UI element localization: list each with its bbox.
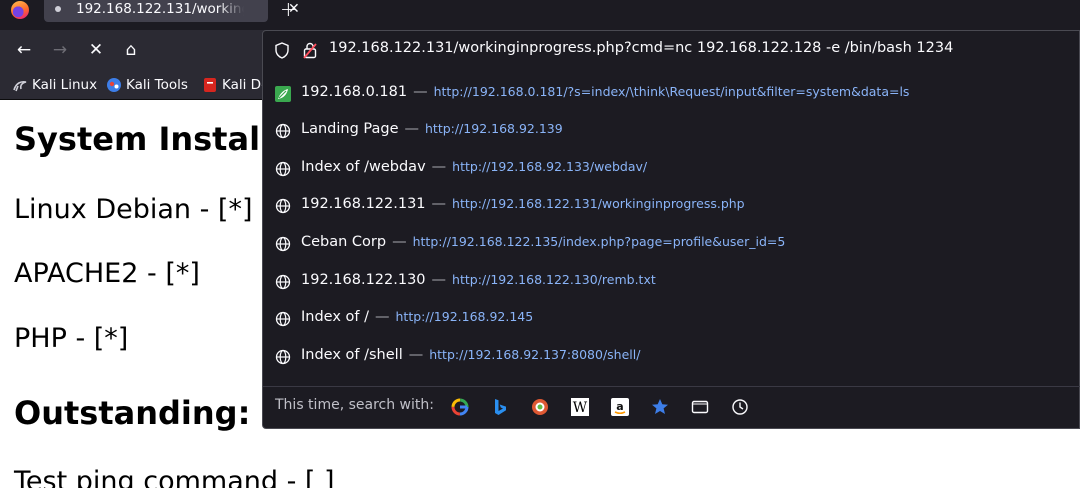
- suggestion-separator: —: [431, 272, 447, 288]
- suggestion-separator: —: [431, 196, 447, 212]
- url-value: 192.168.122.131/workinginprogress.php?cm…: [329, 40, 954, 56]
- suggestion-row[interactable]: 192.168.122.130 — http://192.168.122.130/r…: [263, 264, 1080, 300]
- tab-title: 192.168.122.131/workingin: [76, 1, 244, 17]
- amazon-icon[interactable]: a: [610, 397, 630, 417]
- tracking-protection-shield-icon[interactable]: [275, 42, 289, 59]
- suggestion-separator: —: [413, 84, 428, 100]
- suggestion-url: http://192.168.0.181/?s=index/\think\Req…: [433, 84, 910, 99]
- firefox-icon[interactable]: [11, 1, 29, 19]
- suggestion-url: http://192.168.92.145: [395, 309, 534, 324]
- kali-docs-icon: [204, 78, 216, 92]
- suggestion-url: http://192.168.122.135/index.php?page=pr…: [412, 234, 786, 249]
- globe-icon: [275, 311, 291, 327]
- suggestion-row[interactable]: Index of /shell — http://192.168.92.137:80…: [263, 339, 1080, 375]
- globe-icon: [275, 274, 291, 290]
- bing-icon[interactable]: [490, 397, 510, 417]
- suggestion-title: 192.168.122.130: [301, 272, 426, 288]
- suggestion-title: Ceban Corp: [301, 234, 387, 250]
- suggestion-title: 192.168.122.131: [301, 196, 426, 212]
- bookmark-kali-tools[interactable]: Kali Tools: [106, 76, 188, 94]
- bookmarks-star-icon[interactable]: [650, 397, 670, 417]
- suggestion-url: http://192.168.122.131/workinginprogress…: [452, 196, 745, 211]
- suggestion-url: http://192.168.92.137:8080/shell/: [429, 347, 641, 362]
- item-linux-debian: Linux Debian - [*]: [14, 194, 253, 225]
- page-heading-outstanding: Outstanding:: [14, 394, 251, 432]
- back-button[interactable]: ←: [12, 38, 36, 62]
- globe-icon: [275, 349, 291, 365]
- suggestion-row[interactable]: Index of /webdav — http://192.168.92.133/w…: [263, 151, 1080, 187]
- suggestion-row[interactable]: Landing Page — http://192.168.92.139: [263, 113, 1080, 149]
- suggestion-separator: —: [392, 234, 407, 250]
- url-input[interactable]: 192.168.122.131/workinginprogress.php?cm…: [263, 31, 1080, 72]
- stop-button[interactable]: ✕: [84, 38, 108, 62]
- globe-icon: [275, 161, 291, 177]
- suggestion-title: Index of /: [301, 309, 369, 325]
- suggestion-row[interactable]: Ceban Corp — http://192.168.122.135/index.…: [263, 226, 1080, 262]
- suggestion-separator: —: [375, 309, 390, 325]
- suggestion-title: Landing Page: [301, 121, 399, 137]
- suggestion-title: Index of /shell: [301, 347, 403, 363]
- svg-text:a: a: [616, 400, 623, 413]
- globe-icon: [275, 198, 291, 214]
- new-tab-button[interactable]: +: [280, 0, 297, 20]
- bookmark-kali-linux[interactable]: Kali Linux: [12, 76, 97, 94]
- suggestion-title: 192.168.0.181: [301, 84, 408, 100]
- history-clock-icon[interactable]: [730, 397, 750, 417]
- forward-button[interactable]: →: [48, 38, 72, 62]
- green-leaf-favicon: [275, 86, 291, 102]
- bookmark-kali-docs[interactable]: Kali Do: [202, 76, 269, 94]
- tab-strip: 192.168.122.131/workingin ✕ +: [0, 0, 1080, 30]
- suggestion-separator: —: [404, 121, 420, 137]
- duckduckgo-icon[interactable]: [530, 397, 550, 417]
- item-apache2: APACHE2 - [*]: [14, 258, 200, 289]
- tab-favicon: [55, 6, 61, 12]
- svg-text:W: W: [573, 400, 588, 416]
- active-tab[interactable]: 192.168.122.131/workingin ✕: [44, 0, 300, 22]
- wikipedia-icon[interactable]: W: [570, 397, 590, 417]
- globe-icon: [275, 236, 291, 252]
- page-heading-system-install: System Install: [14, 120, 271, 158]
- item-test-ping: Test ping command - [ ]: [14, 466, 335, 488]
- urlbar-dropdown: 192.168.122.131/workinginprogress.php?cm…: [262, 30, 1080, 429]
- suggestion-url: http://192.168.92.139: [425, 121, 563, 136]
- one-off-search-bar: This time, search with: W a: [263, 386, 1080, 430]
- bookmark-label: Kali Linux: [32, 77, 98, 93]
- suggestion-url: http://192.168.92.133/webdav/: [452, 159, 648, 174]
- bookmark-label: Kali Tools: [126, 77, 188, 93]
- suggestion-title: Index of /webdav: [301, 159, 426, 175]
- suggestion-row[interactable]: 192.168.122.131 — http://192.168.122.131/w…: [263, 188, 1080, 224]
- home-button[interactable]: ⌂: [119, 38, 143, 62]
- globe-icon: [275, 123, 291, 139]
- suggestion-row[interactable]: Index of / — http://192.168.92.145: [263, 301, 1080, 337]
- suggestion-separator: —: [408, 347, 424, 363]
- kali-dragon-icon: [13, 80, 27, 92]
- item-php: PHP - [*]: [14, 323, 129, 354]
- search-with-label: This time, search with:: [275, 397, 434, 413]
- kali-tools-icon: [107, 78, 121, 92]
- suggestion-row[interactable]: 192.168.0.181 — http://192.168.0.181/?s=in…: [263, 76, 1080, 112]
- insecure-lock-icon[interactable]: [303, 42, 317, 59]
- tabs-icon[interactable]: [690, 397, 710, 417]
- suggestion-url: http://192.168.122.130/remb.txt: [452, 272, 656, 287]
- suggestion-separator: —: [431, 159, 447, 175]
- google-icon[interactable]: [450, 397, 470, 417]
